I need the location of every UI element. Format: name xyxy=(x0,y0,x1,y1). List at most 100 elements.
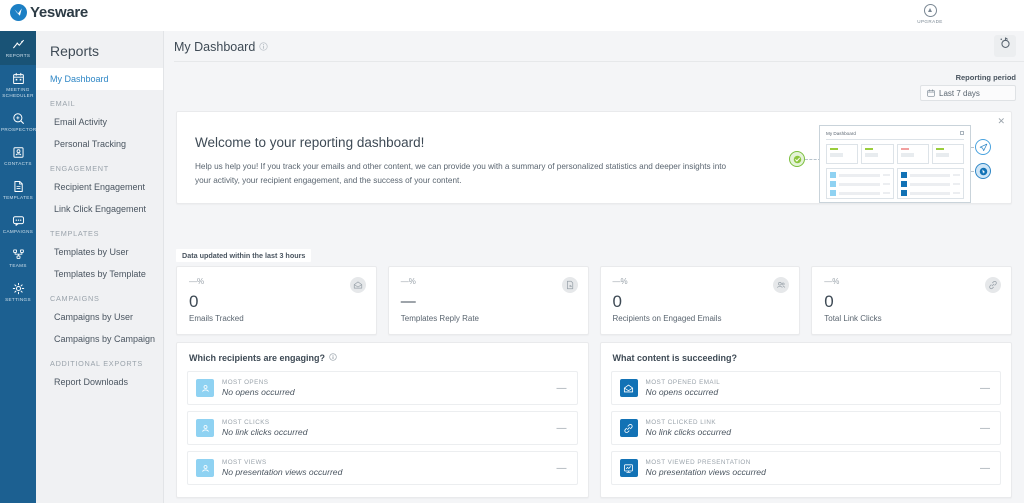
list-item[interactable]: MOST OPENS No opens occurred — xyxy=(187,371,578,405)
list-item-key: MOST CLICKS xyxy=(222,419,270,426)
mockup-kpi-card xyxy=(826,144,859,164)
panel-heading: What content is succeeding? xyxy=(613,353,1002,363)
rail-item-templates[interactable]: TEMPLATES xyxy=(0,173,36,207)
kpi-card: —% 0 Emails Tracked xyxy=(176,266,377,335)
kpi-card: —% 0 Total Link Clicks xyxy=(811,266,1012,335)
nav-item-templates-by-user[interactable]: Templates by User xyxy=(36,241,163,263)
panel-heading: Which recipients are engaging? xyxy=(189,353,578,363)
speech-bubble-icon xyxy=(1,214,35,227)
panel-heading-text: Which recipients are engaging? xyxy=(189,353,326,363)
list-item-value: No presentation views occurred xyxy=(222,467,343,477)
nav-title: Reports xyxy=(50,43,100,59)
list-item-trailing: — xyxy=(980,422,990,434)
customize-dashboard-icon xyxy=(999,37,1012,55)
page-title: My Dashboard xyxy=(174,40,268,54)
reporting-period-select[interactable]: Last 7 days xyxy=(920,85,1016,101)
customize-dashboard-button[interactable] xyxy=(994,35,1016,57)
mockup-panel xyxy=(826,168,894,199)
chart-line-icon xyxy=(1,38,35,51)
list-item[interactable]: MOST VIEWED PRESENTATION No presentation … xyxy=(610,451,1001,485)
nav-item-personal-tracking[interactable]: Personal Tracking xyxy=(36,133,163,155)
rail-item-meeting-scheduler[interactable]: MEETING SCHEDULER xyxy=(0,65,36,105)
mockup-kpi-card xyxy=(861,144,894,164)
upgrade-arrow-icon xyxy=(923,4,937,17)
kpi-value: 0 xyxy=(189,292,199,311)
list-item[interactable]: MOST OPENED EMAIL No opens occurred — xyxy=(610,371,1001,405)
kpi-caption: Total Link Clicks xyxy=(824,314,882,323)
panel: What content is succeeding? MOST OPENED E… xyxy=(599,342,1012,498)
envelope-open-icon xyxy=(349,277,366,293)
rail-item-prospector[interactable]: PROSPECTOR xyxy=(0,105,36,139)
kpi-value: 0 xyxy=(612,292,622,311)
page-title-text: My Dashboard xyxy=(174,40,256,54)
main-content: My Dashboard Reporting period Last 7 day… xyxy=(164,31,1024,503)
nav-item-campaigns-by-user[interactable]: Campaigns by User xyxy=(36,306,163,328)
welcome-banner: Welcome to your reporting dashboard! Hel… xyxy=(176,111,1012,204)
list-item-key: MOST VIEWED PRESENTATION xyxy=(645,459,751,466)
nav-item-report-downloads[interactable]: Report Downloads xyxy=(36,371,163,393)
list-item-text: MOST OPENED EMAIL No opens occurred xyxy=(646,379,981,397)
rail-item-label: REPORTS xyxy=(5,53,31,58)
mockup-kpi-card xyxy=(896,144,929,164)
nav-group-label: ENGAGEMENT xyxy=(50,164,109,173)
paper-plane-icon xyxy=(975,139,991,155)
welcome-illustration: My Dashboard xyxy=(777,117,1002,205)
list-item-trailing: — xyxy=(980,462,990,474)
upgrade-button[interactable]: UPGRADE xyxy=(910,4,950,24)
nav-group-label: ADDITIONAL EXPORTS xyxy=(50,359,143,368)
mockup-panel xyxy=(896,168,964,199)
list-item-trailing: — xyxy=(980,382,990,394)
rail-item-settings[interactable]: SETTINGS xyxy=(0,275,36,309)
list-item-key: MOST VIEWS xyxy=(222,459,267,466)
rail-item-label: PROSPECTOR xyxy=(1,127,37,132)
nav-item-templates-by-template[interactable]: Templates by Template xyxy=(36,263,163,285)
upgrade-label: UPGRADE xyxy=(917,19,943,24)
rail-item-label: CONTACTS xyxy=(4,161,32,166)
nav-item-my-dashboard[interactable]: My Dashboard xyxy=(36,68,163,90)
info-circle-icon[interactable] xyxy=(329,353,337,363)
list-item-trailing: — xyxy=(556,382,567,394)
kpi-row: —% 0 Emails Tracked —% — Templates Reply Rate… xyxy=(176,266,1012,335)
kpi-caption: Recipients on Engaged Emails xyxy=(612,314,722,323)
mockup-panel-row xyxy=(826,168,964,199)
top-bar: Yesware UPGRADE xyxy=(0,0,1024,31)
check-badge-icon xyxy=(789,151,805,167)
welcome-heading: Welcome to your reporting dashboard! xyxy=(195,135,425,150)
list-item[interactable]: MOST VIEWS No presentation views occurred… xyxy=(187,451,578,485)
page-header: My Dashboard xyxy=(164,31,1024,62)
kpi-value: 0 xyxy=(824,292,834,311)
rail-item-label: SETTINGS xyxy=(5,297,31,302)
kpi-card: —% — Templates Reply Rate xyxy=(387,266,589,335)
nav-item-campaigns-by-campaign[interactable]: Campaigns by Campaign xyxy=(36,328,163,350)
kpi-delta: —% xyxy=(612,277,628,286)
person-icon xyxy=(196,459,214,477)
list-item-text: MOST VIEWED PRESENTATION No presentation … xyxy=(646,459,981,477)
list-item-text: MOST CLICKS No link clicks occurred xyxy=(222,419,557,437)
welcome-body: Help us help you! If you track your emai… xyxy=(195,162,727,185)
nav-item-link-click-engagement[interactable]: Link Click Engagement xyxy=(36,198,163,220)
list-item[interactable]: MOST CLICKS No link clicks occurred — xyxy=(187,411,578,445)
list-item-trailing: — xyxy=(556,462,567,474)
list-item-text: MOST CLICKED LINK No link clicks occurred xyxy=(646,419,981,437)
list-item-value: No opens occurred xyxy=(645,387,719,397)
rail-item-campaigns[interactable]: CAMPAIGNS xyxy=(0,207,36,241)
list-item-key: MOST OPENS xyxy=(222,379,269,386)
kpi-delta: —% xyxy=(824,277,840,286)
yesware-logo[interactable]: Yesware xyxy=(10,4,88,21)
kpi-card: —% 0 Recipients on Engaged Emails xyxy=(599,266,801,335)
rail-item-teams[interactable]: TEAMS xyxy=(0,241,36,275)
document-icon xyxy=(1,180,35,193)
mockup-kpi-card xyxy=(931,144,964,164)
nav-item-email-activity[interactable]: Email Activity xyxy=(36,111,163,133)
list-item-value: No link clicks occurred xyxy=(222,427,308,437)
rail-item-contacts[interactable]: CONTACTS xyxy=(0,139,36,173)
nav-item-recipient-engagement[interactable]: Recipient Engagement xyxy=(36,176,163,198)
rail-item-label: TEAMS xyxy=(9,263,27,268)
info-circle-icon[interactable] xyxy=(259,40,268,54)
magnifier-icon xyxy=(1,112,35,125)
calendar-icon xyxy=(1,72,35,85)
panel-row: Which recipients are engaging? MOST OPENS… xyxy=(176,342,1012,498)
list-item[interactable]: MOST CLICKED LINK No link clicks occurred… xyxy=(610,411,1001,445)
person-icon xyxy=(196,379,214,397)
rail-item-reports[interactable]: REPORTS xyxy=(0,31,36,65)
